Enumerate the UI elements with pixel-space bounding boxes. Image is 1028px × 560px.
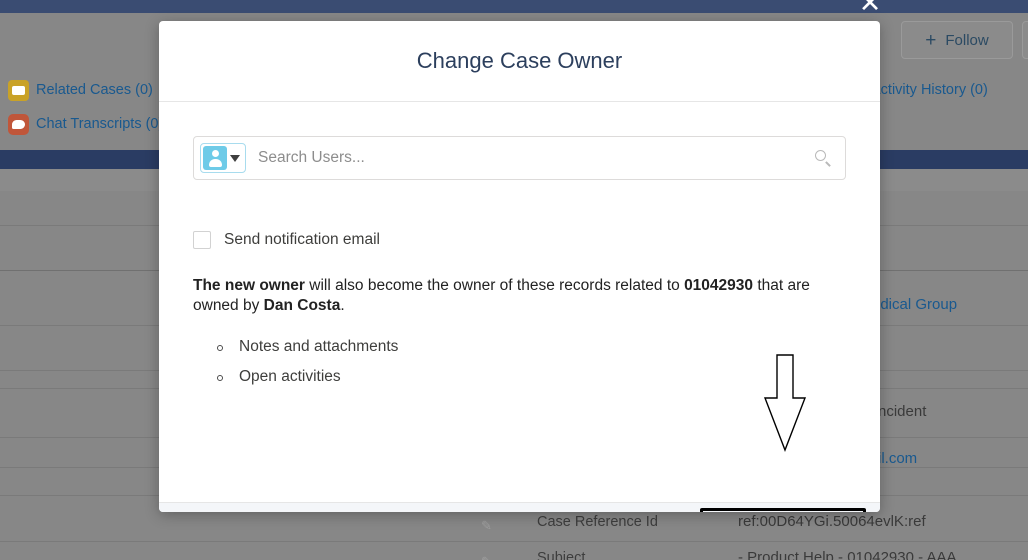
- plus-icon: +: [925, 31, 936, 50]
- notice-bold-lead: The new owner: [193, 277, 305, 294]
- edit-pencil-icon[interactable]: ✎: [481, 518, 495, 532]
- chevron-down-icon[interactable]: [230, 155, 240, 162]
- send-notification-email-checkbox[interactable]: [193, 231, 211, 249]
- follow-button-label: Follow: [945, 32, 988, 49]
- change-owner-highlight-box: Change Owner: [700, 508, 866, 513]
- modal-body: Send notification email The new owner wi…: [159, 136, 880, 502]
- object-type-selector[interactable]: [200, 143, 246, 173]
- notice-trailing: .: [340, 297, 344, 314]
- send-notification-email-label: Send notification email: [224, 231, 380, 249]
- case-reference-id-label: Case Reference Id: [537, 514, 658, 530]
- ownership-notice: The new owner will also become the owner…: [193, 276, 843, 316]
- case-reference-id-value: ref:00D64YGi.50064evlK:ref: [738, 513, 926, 530]
- sidebar-item-activity-history[interactable]: Activity History (0): [871, 82, 988, 98]
- list-item: Open activities: [217, 368, 846, 386]
- notice-mid-1: will also become the owner of these reco…: [305, 277, 684, 294]
- modal-footer: Cancel Change Owner: [159, 502, 880, 512]
- follow-button[interactable]: + Follow: [901, 21, 1013, 59]
- sidebar-item-chat-transcripts[interactable]: Chat Transcripts (0): [36, 116, 163, 132]
- modal-title: Change Case Owner: [417, 48, 622, 74]
- subject-label: Subject: [537, 550, 585, 560]
- notice-case-number: 01042930: [684, 277, 753, 294]
- list-item: Notes and attachments: [217, 338, 846, 356]
- notice-owner-name: Dan Costa: [264, 297, 341, 314]
- row-divider: [0, 541, 1028, 542]
- case-folder-icon: [8, 80, 29, 101]
- send-notification-email-row[interactable]: Send notification email: [193, 231, 846, 249]
- search-users-input[interactable]: [246, 148, 813, 168]
- user-lookup-field[interactable]: [193, 136, 846, 180]
- email-link[interactable]: il.com: [878, 450, 917, 467]
- related-record-types-list: Notes and attachments Open activities: [193, 338, 846, 386]
- close-icon[interactable]: ✕: [856, 0, 884, 17]
- subject-value: - Product Help - 01042930 - AAA: [738, 549, 956, 560]
- case-type-value: ncident: [878, 403, 926, 420]
- sidebar-item-related-cases[interactable]: Related Cases (0): [36, 82, 153, 98]
- modal-header: Change Case Owner: [159, 21, 880, 102]
- user-avatar-icon: [203, 146, 227, 170]
- overflow-button[interactable]: [1022, 21, 1028, 59]
- search-icon[interactable]: [813, 148, 833, 168]
- edit-pencil-icon[interactable]: ✎: [481, 554, 495, 560]
- chat-bubble-icon: [8, 114, 29, 135]
- change-case-owner-modal: Change Case Owner Send notification emai…: [159, 21, 880, 512]
- account-name-link[interactable]: edical Group: [872, 296, 957, 313]
